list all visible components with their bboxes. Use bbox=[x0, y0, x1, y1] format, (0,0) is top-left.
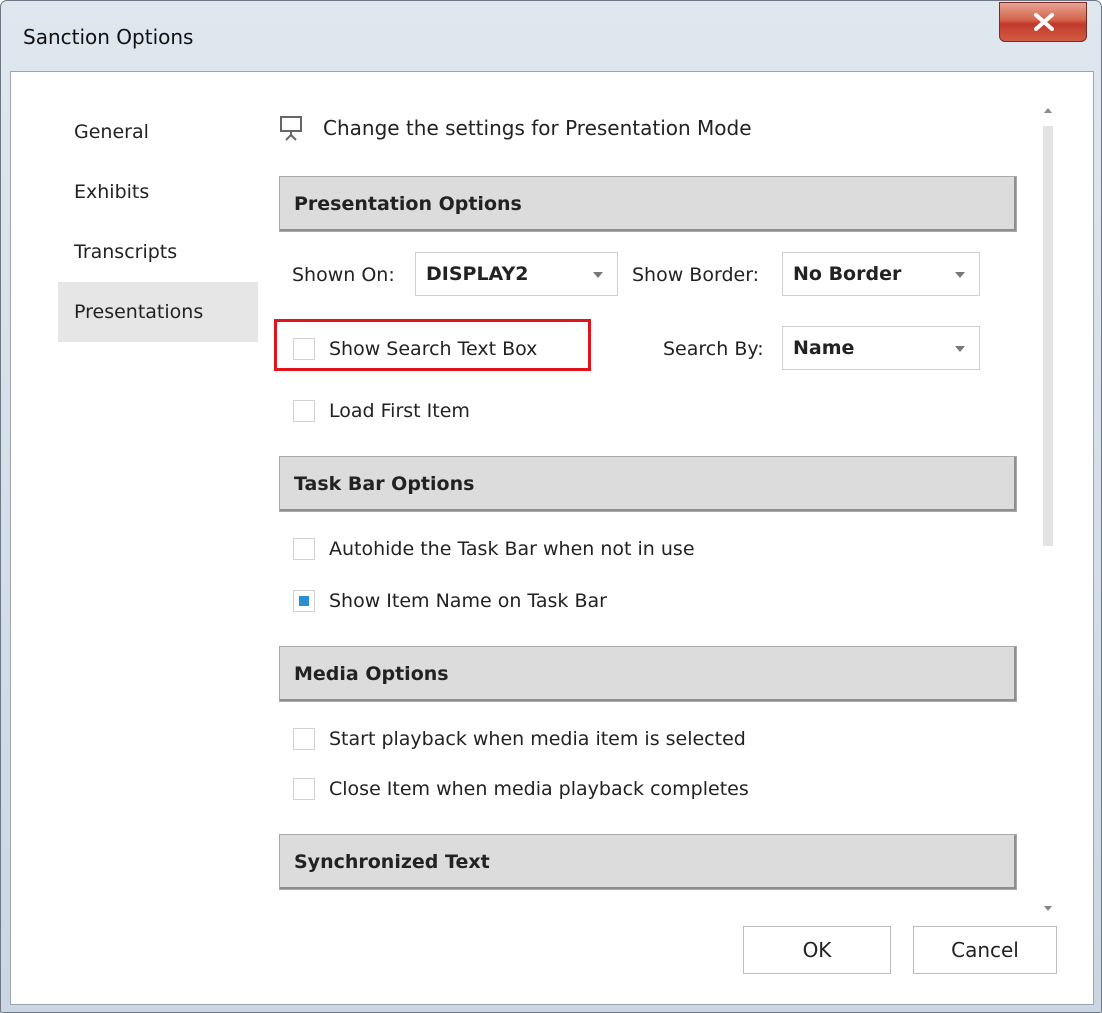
close-button[interactable] bbox=[999, 2, 1087, 42]
start-playback-checkbox[interactable]: Start playback when media item is select… bbox=[293, 728, 746, 750]
checkbox-label: Autohide the Task Bar when not in use bbox=[329, 538, 695, 560]
autohide-task-bar-checkbox[interactable]: Autohide the Task Bar when not in use bbox=[293, 538, 695, 560]
section-header-media-options: Media Options bbox=[279, 646, 1017, 702]
checkbox-label: Show Search Text Box bbox=[329, 338, 538, 360]
checkbox-box[interactable] bbox=[293, 338, 315, 360]
sidebar-item-general[interactable]: General bbox=[58, 102, 258, 162]
section-header-task-bar-options: Task Bar Options bbox=[279, 456, 1017, 512]
search-by-value: Name bbox=[793, 337, 855, 359]
section-header-synchronized-text: Synchronized Text bbox=[279, 834, 1017, 890]
chevron-down-icon bbox=[955, 346, 965, 352]
shown-on-dropdown[interactable]: DISPLAY2 bbox=[415, 252, 618, 296]
checkbox-box[interactable] bbox=[293, 400, 315, 422]
close-item-checkbox[interactable]: Close Item when media playback completes bbox=[293, 778, 749, 800]
checkbox-box[interactable] bbox=[293, 778, 315, 800]
checkbox-label: Load First Item bbox=[329, 400, 470, 422]
show-border-label: Show Border: bbox=[632, 264, 760, 286]
load-first-item-checkbox[interactable]: Load First Item bbox=[293, 400, 470, 422]
chevron-down-icon bbox=[593, 272, 603, 278]
sidebar-item-label: Exhibits bbox=[74, 181, 150, 203]
checkbox-label: Start playback when media item is select… bbox=[329, 728, 746, 750]
close-icon bbox=[1034, 13, 1054, 31]
show-border-dropdown[interactable]: No Border bbox=[782, 252, 980, 296]
panel-header: Change the settings for Presentation Mod… bbox=[279, 108, 752, 148]
sidebar-item-transcripts[interactable]: Transcripts bbox=[58, 222, 258, 282]
checkbox-box[interactable] bbox=[293, 538, 315, 560]
settings-panel: Change the settings for Presentation Mod… bbox=[279, 72, 1021, 902]
title-bar: Sanction Options bbox=[1, 1, 1101, 71]
dialog-content: General Exhibits Transcripts Presentatio… bbox=[10, 71, 1094, 1005]
scroll-down-icon[interactable] bbox=[1044, 906, 1052, 911]
scroll-thumb[interactable] bbox=[1043, 126, 1053, 546]
checkbox-label: Show Item Name on Task Bar bbox=[329, 590, 607, 612]
sidebar-item-label: Transcripts bbox=[74, 241, 178, 263]
presentation-icon bbox=[280, 116, 302, 141]
checkbox-box[interactable] bbox=[293, 728, 315, 750]
scroll-up-icon[interactable] bbox=[1044, 108, 1052, 113]
sidebar-item-label: General bbox=[74, 121, 149, 143]
sidebar: General Exhibits Transcripts Presentatio… bbox=[58, 102, 258, 342]
search-by-dropdown[interactable]: Name bbox=[782, 326, 980, 370]
ok-button[interactable]: OK bbox=[743, 926, 891, 974]
sidebar-item-exhibits[interactable]: Exhibits bbox=[58, 162, 258, 222]
sidebar-item-presentations[interactable]: Presentations bbox=[58, 282, 258, 342]
checkbox-box[interactable] bbox=[293, 590, 315, 612]
section-header-presentation-options: Presentation Options bbox=[279, 176, 1017, 232]
panel-header-text: Change the settings for Presentation Mod… bbox=[323, 116, 752, 140]
dialog-window: Sanction Options General Exhibits Transc… bbox=[0, 0, 1102, 1013]
chevron-down-icon bbox=[955, 272, 965, 278]
search-by-label: Search By: bbox=[663, 338, 764, 360]
show-search-text-box-checkbox[interactable]: Show Search Text Box bbox=[293, 338, 537, 360]
show-border-value: No Border bbox=[793, 263, 902, 285]
shown-on-label: Shown On: bbox=[292, 264, 395, 286]
shown-on-value: DISPLAY2 bbox=[426, 263, 529, 285]
sidebar-item-label: Presentations bbox=[74, 301, 204, 323]
vertical-scrollbar[interactable] bbox=[1038, 100, 1058, 920]
window-title: Sanction Options bbox=[23, 25, 194, 49]
cancel-button[interactable]: Cancel bbox=[913, 926, 1057, 974]
checkbox-label: Close Item when media playback completes bbox=[329, 778, 749, 800]
show-item-name-checkbox[interactable]: Show Item Name on Task Bar bbox=[293, 590, 607, 612]
